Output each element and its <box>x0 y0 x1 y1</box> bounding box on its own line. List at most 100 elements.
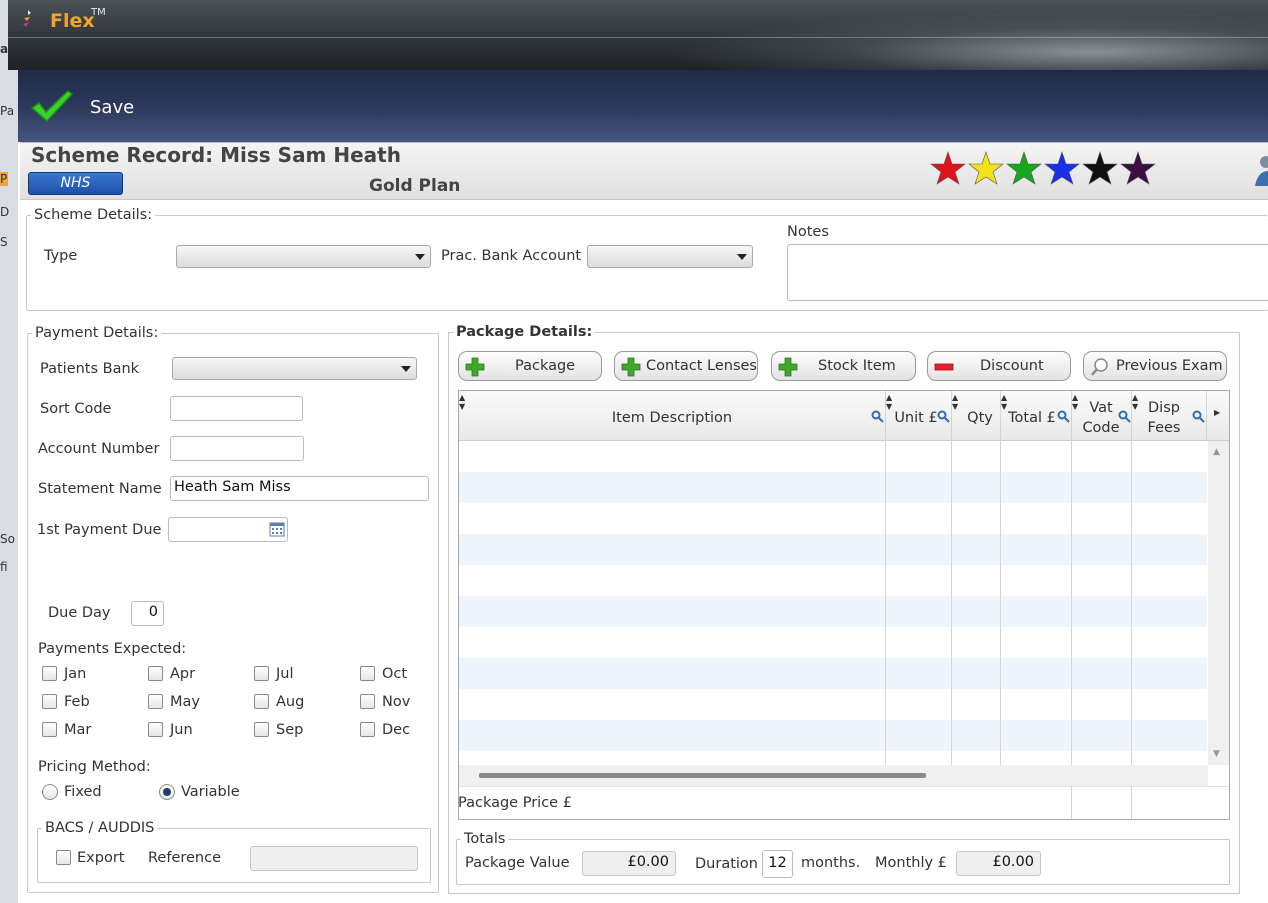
table-row[interactable] <box>459 751 1207 765</box>
sort-icon[interactable]: ▲ ▼ <box>1001 393 1007 411</box>
month-checkbox-dec[interactable] <box>360 722 375 737</box>
background-fragment: a <box>0 42 9 56</box>
statement-name-input[interactable]: Heath Sam Miss <box>170 476 429 501</box>
table-row[interactable] <box>459 472 1207 503</box>
plus-icon <box>465 357 485 377</box>
notes-textarea[interactable] <box>787 244 1268 301</box>
search-icon[interactable] <box>1118 410 1131 423</box>
month-label: Apr <box>170 666 196 682</box>
month-checkbox-jun[interactable] <box>148 722 163 737</box>
add-package-button[interactable]: Package <box>458 351 602 381</box>
table-row[interactable] <box>459 441 1207 472</box>
search-icon[interactable] <box>937 410 950 423</box>
sort-icon[interactable]: ▲ ▼ <box>886 393 892 411</box>
month-checkbox-apr[interactable] <box>148 666 163 681</box>
add-contact-lenses-label: Contact Lenses <box>646 358 757 374</box>
star-icon[interactable] <box>968 150 1004 186</box>
table-row[interactable] <box>459 534 1207 565</box>
month-checkbox-nov[interactable] <box>360 694 375 709</box>
star-icon[interactable] <box>1044 150 1080 186</box>
vertical-scrollbar[interactable]: ▲ ▼ <box>1208 441 1229 765</box>
month-checkbox-mar[interactable] <box>42 722 57 737</box>
statement-name-label: Statement Name <box>38 481 162 497</box>
background-fragment: Pa <box>0 104 15 118</box>
col-header-unit[interactable]: Unit £ <box>893 408 939 428</box>
pricing-fixed-radio[interactable] <box>42 784 58 800</box>
horizontal-scroll-thumb[interactable] <box>479 773 926 778</box>
col-header-total[interactable]: Total £ <box>1008 408 1056 428</box>
month-checkbox-jul[interactable] <box>254 666 269 681</box>
month-label: May <box>170 694 200 710</box>
table-row[interactable] <box>459 627 1207 658</box>
month-checkbox-sep[interactable] <box>254 722 269 737</box>
user-icon[interactable] <box>1255 152 1268 188</box>
type-select[interactable] <box>176 245 431 268</box>
month-label: Mar <box>64 722 92 738</box>
sort-code-input[interactable] <box>170 396 303 421</box>
save-button[interactable]: Save <box>90 97 134 118</box>
column-separator <box>1071 786 1072 819</box>
export-checkbox[interactable] <box>56 850 71 865</box>
package-value-field: £0.00 <box>582 851 676 876</box>
monthly-label: Monthly £ <box>875 855 947 871</box>
nhs-badge[interactable]: NHS <box>28 172 123 195</box>
pricing-variable-radio[interactable] <box>159 784 175 800</box>
background-window-strip: a Pa P D S So fi <box>0 0 18 903</box>
discount-button[interactable]: Discount <box>927 351 1071 381</box>
due-day-input[interactable]: 0 <box>131 601 164 626</box>
month-checkbox-aug[interactable] <box>254 694 269 709</box>
col-header-qty[interactable]: Qty <box>956 408 1004 428</box>
col-header-item-description[interactable]: Item Description <box>459 408 885 428</box>
pricing-method-label: Pricing Method: <box>38 759 151 775</box>
chevron-down-icon <box>737 254 747 260</box>
search-icon[interactable] <box>1057 410 1070 423</box>
calendar-icon[interactable] <box>269 521 285 537</box>
month-label: Oct <box>382 666 408 682</box>
scroll-down-icon[interactable]: ▼ <box>1213 749 1220 759</box>
patients-bank-select[interactable] <box>172 357 417 380</box>
column-separator <box>1206 391 1207 441</box>
package-price-label: Package Price £ <box>458 795 572 811</box>
scroll-up-icon[interactable]: ▲ <box>1213 447 1220 457</box>
payments-expected-label: Payments Expected: <box>38 641 187 657</box>
add-contact-lenses-button[interactable]: Contact Lenses <box>614 351 758 381</box>
month-checkbox-may[interactable] <box>148 694 163 709</box>
col-header-disp-fees[interactable]: Disp Fees <box>1138 398 1190 438</box>
bacs-auddis-legend: BACS / AUDDIS <box>45 820 155 836</box>
previous-exam-button[interactable]: Previous Exam <box>1083 351 1227 381</box>
month-label: Jan <box>64 666 87 682</box>
month-checkbox-feb[interactable] <box>42 694 57 709</box>
month-checkbox-oct[interactable] <box>360 666 375 681</box>
title-bar[interactable] <box>8 0 1268 70</box>
duration-input[interactable]: 12 <box>762 850 793 878</box>
table-row[interactable] <box>459 596 1207 627</box>
table-row[interactable] <box>459 565 1207 596</box>
toolbar <box>18 70 1268 142</box>
package-price-row <box>459 786 1229 819</box>
account-number-input[interactable] <box>170 436 304 461</box>
table-row[interactable] <box>459 689 1207 720</box>
reference-input[interactable] <box>250 846 418 871</box>
month-checkbox-jan[interactable] <box>42 666 57 681</box>
star-icon[interactable] <box>930 150 966 186</box>
star-icon[interactable] <box>1006 150 1042 186</box>
table-row[interactable] <box>459 658 1207 689</box>
search-icon[interactable] <box>1192 410 1205 423</box>
title-bar-swoosh <box>658 10 1268 70</box>
star-icon[interactable] <box>1082 150 1118 186</box>
search-icon[interactable] <box>871 410 884 423</box>
add-stock-item-button[interactable]: Stock Item <box>771 351 916 381</box>
table-row[interactable] <box>459 720 1207 751</box>
plan-name: Gold Plan <box>369 176 461 196</box>
first-payment-date-input[interactable] <box>168 517 288 542</box>
table-row[interactable] <box>459 503 1207 534</box>
star-icon[interactable] <box>1120 150 1156 186</box>
due-day-label: Due Day <box>48 605 111 621</box>
discount-label: Discount <box>980 358 1044 374</box>
background-fragment: fi <box>0 560 8 574</box>
bank-account-label: Prac. Bank Account <box>441 248 582 264</box>
bank-account-select[interactable] <box>587 245 753 268</box>
star-rating[interactable] <box>930 150 1156 186</box>
checkmark-icon[interactable] <box>30 88 74 124</box>
scroll-right-icon[interactable]: ▶ <box>1214 408 1220 417</box>
